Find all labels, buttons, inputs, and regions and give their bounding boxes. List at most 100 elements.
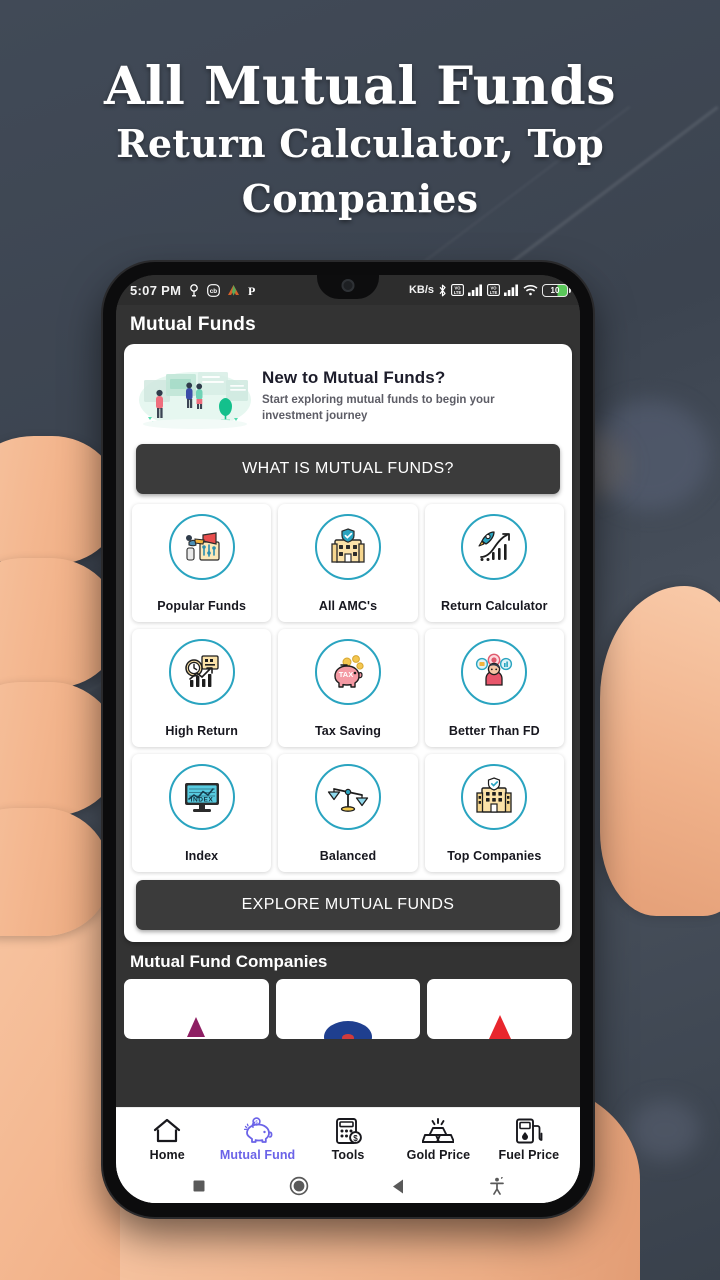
intro-block: New to Mutual Funds? Start exploring mut… bbox=[132, 352, 564, 442]
background-blob bbox=[630, 1100, 700, 1160]
tile-label: Popular Funds bbox=[157, 599, 247, 613]
people-viewing-gallery-illustration bbox=[136, 360, 254, 432]
tile-label: Tax Saving bbox=[314, 724, 382, 738]
tile-label: Balanced bbox=[319, 849, 377, 863]
signal-bars-icon bbox=[504, 284, 519, 296]
monitor-index-chart-icon: INDEX bbox=[168, 764, 235, 830]
hand-thumb bbox=[600, 586, 720, 916]
volte-icon: VO LTE bbox=[487, 284, 500, 296]
svg-text:INDEX: INDEX bbox=[190, 797, 213, 804]
nav-label: Fuel Price bbox=[498, 1148, 560, 1162]
blue-oval-logo bbox=[320, 1013, 376, 1039]
piggy-bank-tax-icon: TAX bbox=[314, 639, 381, 705]
phone-screen: 5:07 PM cb P KB/s VO LTE VO LTE 10 Mutua… bbox=[116, 275, 580, 1203]
svg-text:TAX: TAX bbox=[339, 670, 353, 679]
hand-finger bbox=[0, 558, 120, 688]
rocket-growth-arrow-icon bbox=[461, 514, 528, 580]
explore-mutual-funds-button[interactable]: EXPLORE MUTUAL FUNDS bbox=[136, 880, 560, 930]
megaphone-chart-icon bbox=[168, 514, 235, 580]
tile-tax-saving[interactable]: TAX Tax Saving bbox=[278, 629, 418, 747]
tile-top-companies[interactable]: Top Companies bbox=[424, 754, 564, 872]
companies-section-title: Mutual Fund Companies bbox=[130, 952, 328, 971]
back-triangle-icon[interactable] bbox=[391, 1178, 407, 1195]
nav-label: Home bbox=[149, 1148, 185, 1162]
bluetooth-icon bbox=[438, 284, 447, 297]
svg-text:cb: cb bbox=[210, 288, 218, 295]
phone-device-frame: 5:07 PM cb P KB/s VO LTE VO LTE 10 Mutua… bbox=[103, 262, 593, 1217]
svg-text:$: $ bbox=[255, 1120, 258, 1125]
office-building-shield-icon bbox=[461, 764, 528, 830]
gold-bars-icon bbox=[422, 1117, 455, 1145]
app-bar: Mutual Funds bbox=[116, 305, 580, 344]
signal-bars-icon bbox=[468, 284, 483, 296]
building-shield-icon bbox=[314, 514, 381, 580]
nav-item-tools[interactable]: $ Tools bbox=[303, 1117, 393, 1162]
calculator-icon: $ bbox=[333, 1117, 363, 1145]
intro-subtext: Start exploring mutual funds to begin yo… bbox=[262, 394, 495, 422]
poster-heading: All Mutual Funds Return Calculator, Top … bbox=[0, 56, 720, 226]
tile-label: Top Companies bbox=[447, 849, 542, 863]
nav-item-gold-price[interactable]: Gold Price bbox=[393, 1117, 483, 1162]
recents-square-icon[interactable] bbox=[191, 1178, 207, 1194]
cb-badge-icon: cb bbox=[207, 283, 221, 297]
nav-label: Mutual Fund bbox=[219, 1148, 296, 1162]
nav-item-mutual-fund[interactable]: $ Mutual Fund bbox=[212, 1117, 302, 1162]
company-card[interactable] bbox=[275, 979, 421, 1039]
what-is-mutual-funds-button[interactable]: WHAT IS MUTUAL FUNDS? bbox=[136, 444, 560, 494]
intro-heading: New to Mutual Funds? bbox=[262, 368, 446, 388]
status-bar: 5:07 PM cb P KB/s VO LTE VO LTE 10 bbox=[116, 275, 580, 305]
system-navigation-bar bbox=[116, 1169, 580, 1203]
tile-label: All AMC's bbox=[318, 599, 378, 613]
location-icon bbox=[188, 283, 200, 297]
status-bar-time: 5:07 PM bbox=[130, 282, 182, 298]
clock-bar-chart-arrow-icon bbox=[168, 639, 235, 705]
purple-triangle-logo bbox=[176, 1013, 216, 1039]
accessibility-icon[interactable] bbox=[489, 1177, 505, 1195]
parking-p-icon: P bbox=[247, 284, 258, 297]
tile-index[interactable]: INDEX Index bbox=[132, 754, 272, 872]
nav-label: Gold Price bbox=[406, 1148, 471, 1162]
svg-text:LTE: LTE bbox=[454, 290, 462, 295]
bottom-navigation-bar: Home $ Mutual Fund $ Tools Gold Price Fu… bbox=[116, 1107, 580, 1203]
piggy-bank-icon: $ bbox=[241, 1117, 275, 1145]
poster-title-line-1: All Mutual Funds bbox=[104, 56, 616, 117]
nav-item-fuel-price[interactable]: Fuel Price bbox=[484, 1117, 574, 1162]
battery-indicator: 10 bbox=[542, 283, 571, 297]
tile-high-return[interactable]: High Return bbox=[132, 629, 272, 747]
hand-finger bbox=[0, 436, 120, 564]
volte-icon: VO LTE bbox=[451, 284, 464, 296]
tile-label: Return Calculator bbox=[441, 599, 548, 613]
person-options-icon bbox=[461, 639, 528, 705]
tile-label: Better Than FD bbox=[448, 724, 540, 738]
red-triangle-logo bbox=[478, 1013, 522, 1039]
fuel-pump-icon bbox=[514, 1117, 544, 1145]
company-card-row bbox=[124, 979, 572, 1039]
app-bar-title: Mutual Funds bbox=[130, 314, 256, 335]
poster-title-line-2: Return Calculator, Top Companies bbox=[116, 121, 604, 222]
camera-notch-icon bbox=[317, 275, 379, 299]
wifi-icon bbox=[523, 284, 538, 296]
tile-return-calculator[interactable]: Return Calculator bbox=[424, 504, 564, 622]
tile-label: High Return bbox=[165, 724, 238, 738]
scroll-content[interactable]: New to Mutual Funds? Start exploring mut… bbox=[116, 344, 580, 1106]
balance-scale-icon bbox=[314, 764, 381, 830]
nav-label: Tools bbox=[331, 1148, 365, 1162]
intro-card: New to Mutual Funds? Start exploring mut… bbox=[124, 344, 572, 942]
tile-label: Index bbox=[185, 849, 219, 863]
tile-popular-funds[interactable]: Popular Funds bbox=[132, 504, 272, 622]
hand-finger bbox=[0, 682, 120, 816]
network-speed-label: KB/s bbox=[408, 284, 434, 296]
svg-text:$: $ bbox=[353, 1134, 358, 1143]
intro-text: New to Mutual Funds? Start exploring mut… bbox=[262, 368, 558, 424]
home-circle-icon[interactable] bbox=[289, 1176, 309, 1196]
tile-better-than-fd[interactable]: Better Than FD bbox=[424, 629, 564, 747]
tile-balanced[interactable]: Balanced bbox=[278, 754, 418, 872]
category-grid: Popular Funds All AMC's Return Calculato… bbox=[132, 504, 564, 872]
company-card[interactable] bbox=[124, 979, 269, 1039]
svg-text:LTE: LTE bbox=[490, 290, 498, 295]
company-card[interactable] bbox=[427, 979, 572, 1039]
tile-all-amcs[interactable]: All AMC's bbox=[278, 504, 418, 622]
home-icon bbox=[152, 1117, 182, 1145]
svg-text:P: P bbox=[248, 284, 255, 297]
nav-item-home[interactable]: Home bbox=[122, 1117, 212, 1162]
